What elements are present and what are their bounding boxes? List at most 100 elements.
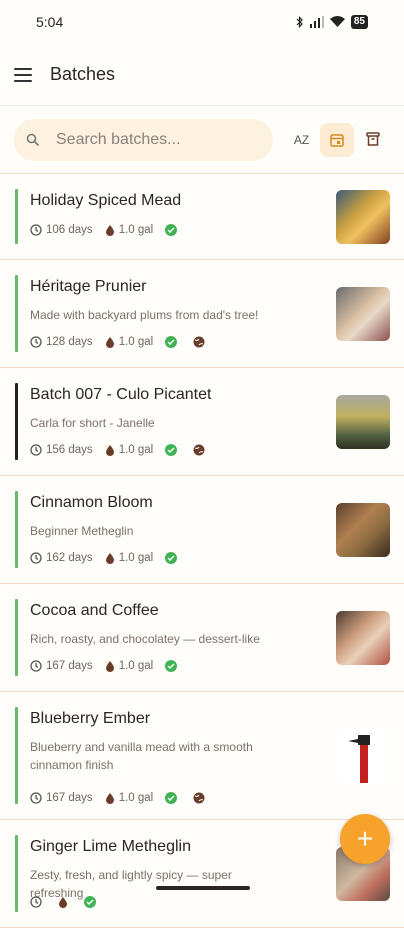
sort-date-button[interactable] bbox=[320, 122, 355, 157]
batch-list-item[interactable]: Héritage Prunier Made with backyard plums… bbox=[0, 260, 404, 368]
volume-group: 1.0 gal bbox=[105, 444, 153, 456]
clock-icon bbox=[30, 444, 42, 456]
batch-description: Beginner Metheglin bbox=[30, 524, 134, 538]
check-circle-icon bbox=[165, 552, 178, 564]
check-group bbox=[84, 896, 100, 908]
app-bar: Batches bbox=[0, 44, 404, 106]
drop-icon bbox=[105, 553, 114, 564]
drop-icon bbox=[105, 337, 114, 348]
batch-age: 128 days bbox=[46, 336, 93, 348]
batch-meta bbox=[30, 896, 112, 908]
status-bar: 5:04 85 bbox=[0, 0, 404, 44]
batch-list: Holiday Spiced Mead 106 days 1.0 gal Hérita… bbox=[0, 174, 404, 928]
plus-icon: + bbox=[356, 823, 374, 854]
drop-icon bbox=[105, 225, 114, 236]
trash-icon bbox=[366, 132, 380, 146]
check-group bbox=[165, 552, 181, 564]
drop-icon bbox=[105, 445, 114, 456]
batch-photo-thumbnail[interactable] bbox=[336, 503, 390, 557]
drop-icon bbox=[105, 793, 114, 804]
batch-list-item[interactable]: Batch 007 - Culo Picantet Carla for short… bbox=[0, 368, 404, 476]
check-circle-icon bbox=[84, 896, 96, 908]
age-group: 167 days bbox=[30, 660, 93, 672]
clock-icon bbox=[30, 792, 42, 804]
batch-description: Blueberry and vanilla mead with a smooth… bbox=[30, 740, 253, 772]
batch-title: Batch 007 - Culo Picantet bbox=[30, 386, 212, 403]
batch-description: Made with backyard plums from dad's tree… bbox=[30, 308, 259, 322]
status-time: 5:04 bbox=[36, 14, 64, 30]
sort-alpha-label: AZ bbox=[293, 132, 310, 147]
check-group bbox=[165, 444, 181, 456]
volume-group: 1.0 gal bbox=[105, 224, 153, 236]
batch-meta: 106 days 1.0 gal bbox=[30, 224, 193, 236]
status-bar-indicator bbox=[15, 491, 18, 568]
batch-title: Blueberry Ember bbox=[30, 710, 151, 727]
age-group: 128 days bbox=[30, 336, 93, 348]
search-icon bbox=[26, 133, 40, 146]
search-row: AZ bbox=[0, 106, 404, 174]
page-title: Batches bbox=[50, 64, 116, 84]
drop-icon bbox=[105, 661, 114, 672]
batch-volume: 1.0 gal bbox=[118, 336, 154, 348]
check-circle-icon bbox=[165, 792, 178, 804]
check-group bbox=[165, 224, 181, 236]
volume-group: 1.0 gal bbox=[105, 336, 154, 348]
search-box[interactable] bbox=[14, 118, 273, 161]
batch-meta: 162 days 1.0 gal bbox=[30, 552, 193, 564]
batch-list-item[interactable]: Holiday Spiced Mead 106 days 1.0 gal bbox=[0, 174, 404, 260]
batch-meta: 156 days 1.0 gal bbox=[30, 444, 221, 456]
check-group bbox=[165, 660, 181, 672]
status-bar-indicator bbox=[15, 599, 18, 676]
home-indicator[interactable] bbox=[156, 886, 250, 890]
check-circle-icon bbox=[165, 660, 178, 672]
batch-list-item[interactable]: Cinnamon Bloom Beginner Metheglin 162 days… bbox=[0, 476, 404, 584]
batch-volume: 1.0 gal bbox=[118, 660, 154, 672]
batch-age: 167 days bbox=[46, 660, 93, 672]
batch-list-item[interactable]: Cocoa and Coffee Rich, roasty, and chocol… bbox=[0, 584, 404, 692]
batch-volume: 1.0 gal bbox=[118, 552, 154, 564]
volume-group bbox=[58, 896, 72, 908]
status-bar-indicator bbox=[15, 383, 18, 460]
age-group: 162 days bbox=[30, 552, 93, 564]
age-group: 106 days bbox=[30, 224, 93, 236]
status-bar-indicator bbox=[15, 189, 18, 244]
menu-icon[interactable] bbox=[14, 67, 32, 82]
clock-icon bbox=[30, 552, 42, 564]
bluetooth-icon bbox=[296, 16, 303, 28]
batch-age: 106 days bbox=[46, 224, 93, 236]
clock-icon bbox=[30, 660, 42, 672]
batch-age: 162 days bbox=[46, 552, 93, 564]
batch-title: Holiday Spiced Mead bbox=[30, 192, 182, 209]
check-group bbox=[165, 336, 181, 348]
batch-title: Cinnamon Bloom bbox=[30, 494, 153, 511]
drop-icon bbox=[59, 897, 67, 908]
sort-alpha-button[interactable]: AZ bbox=[285, 123, 319, 157]
search-input[interactable] bbox=[54, 129, 248, 150]
clock-icon bbox=[30, 224, 42, 236]
batch-meta: 128 days 1.0 gal bbox=[30, 336, 221, 348]
batch-title: Ginger Lime Metheglin bbox=[30, 838, 191, 855]
age-group bbox=[30, 896, 46, 908]
status-bar-indicator bbox=[15, 707, 18, 804]
check-circle-icon bbox=[165, 444, 178, 456]
batch-photo-thumbnail[interactable] bbox=[336, 190, 390, 244]
public-group bbox=[193, 792, 209, 804]
batch-meta: 167 days 1.0 gal bbox=[30, 792, 221, 804]
status-bar-indicator bbox=[15, 835, 18, 912]
signal-icon bbox=[309, 16, 324, 28]
clock-icon bbox=[30, 896, 42, 908]
batch-photo-thumbnail[interactable] bbox=[336, 729, 390, 783]
batch-volume: 1.0 gal bbox=[118, 792, 154, 804]
batch-photo-thumbnail[interactable] bbox=[336, 395, 390, 449]
globe-icon bbox=[193, 444, 205, 456]
public-group bbox=[193, 336, 209, 348]
batch-title: Héritage Prunier bbox=[30, 278, 147, 295]
batch-list-item[interactable]: Blueberry Ember Blueberry and vanilla mea… bbox=[0, 692, 404, 820]
clock-icon bbox=[30, 336, 42, 348]
batch-photo-thumbnail[interactable] bbox=[336, 287, 390, 341]
battery-indicator: 85 bbox=[350, 15, 368, 29]
batch-photo-thumbnail[interactable] bbox=[336, 611, 390, 665]
check-circle-icon bbox=[165, 224, 178, 236]
add-batch-button[interactable]: + bbox=[340, 814, 390, 864]
trash-button[interactable] bbox=[356, 123, 390, 157]
